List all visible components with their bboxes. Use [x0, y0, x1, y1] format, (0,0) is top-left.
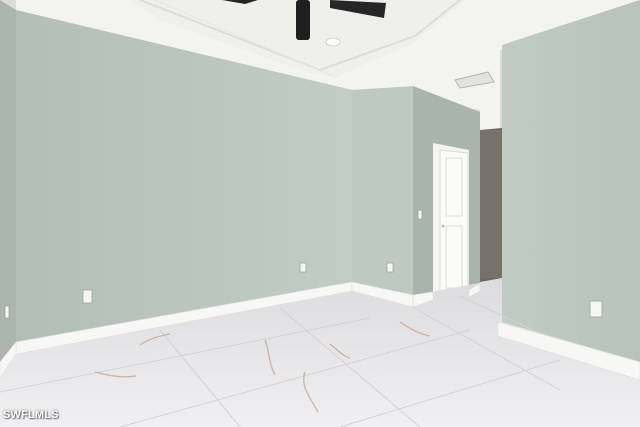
outlet-right [589, 300, 603, 318]
outlet-center-right [386, 262, 394, 273]
outlet-left-corner [4, 305, 10, 319]
room-illustration [0, 0, 640, 427]
light-switch [417, 209, 423, 220]
recessed-light [325, 37, 341, 47]
outlet-center [299, 262, 307, 273]
outlet-left [82, 289, 93, 304]
watermark-text: SWFLMLS [3, 409, 59, 421]
right-wall [502, 0, 640, 362]
center-wall [352, 86, 413, 295]
room-photo: SWFLMLS [0, 0, 640, 427]
closet-door [433, 143, 469, 298]
